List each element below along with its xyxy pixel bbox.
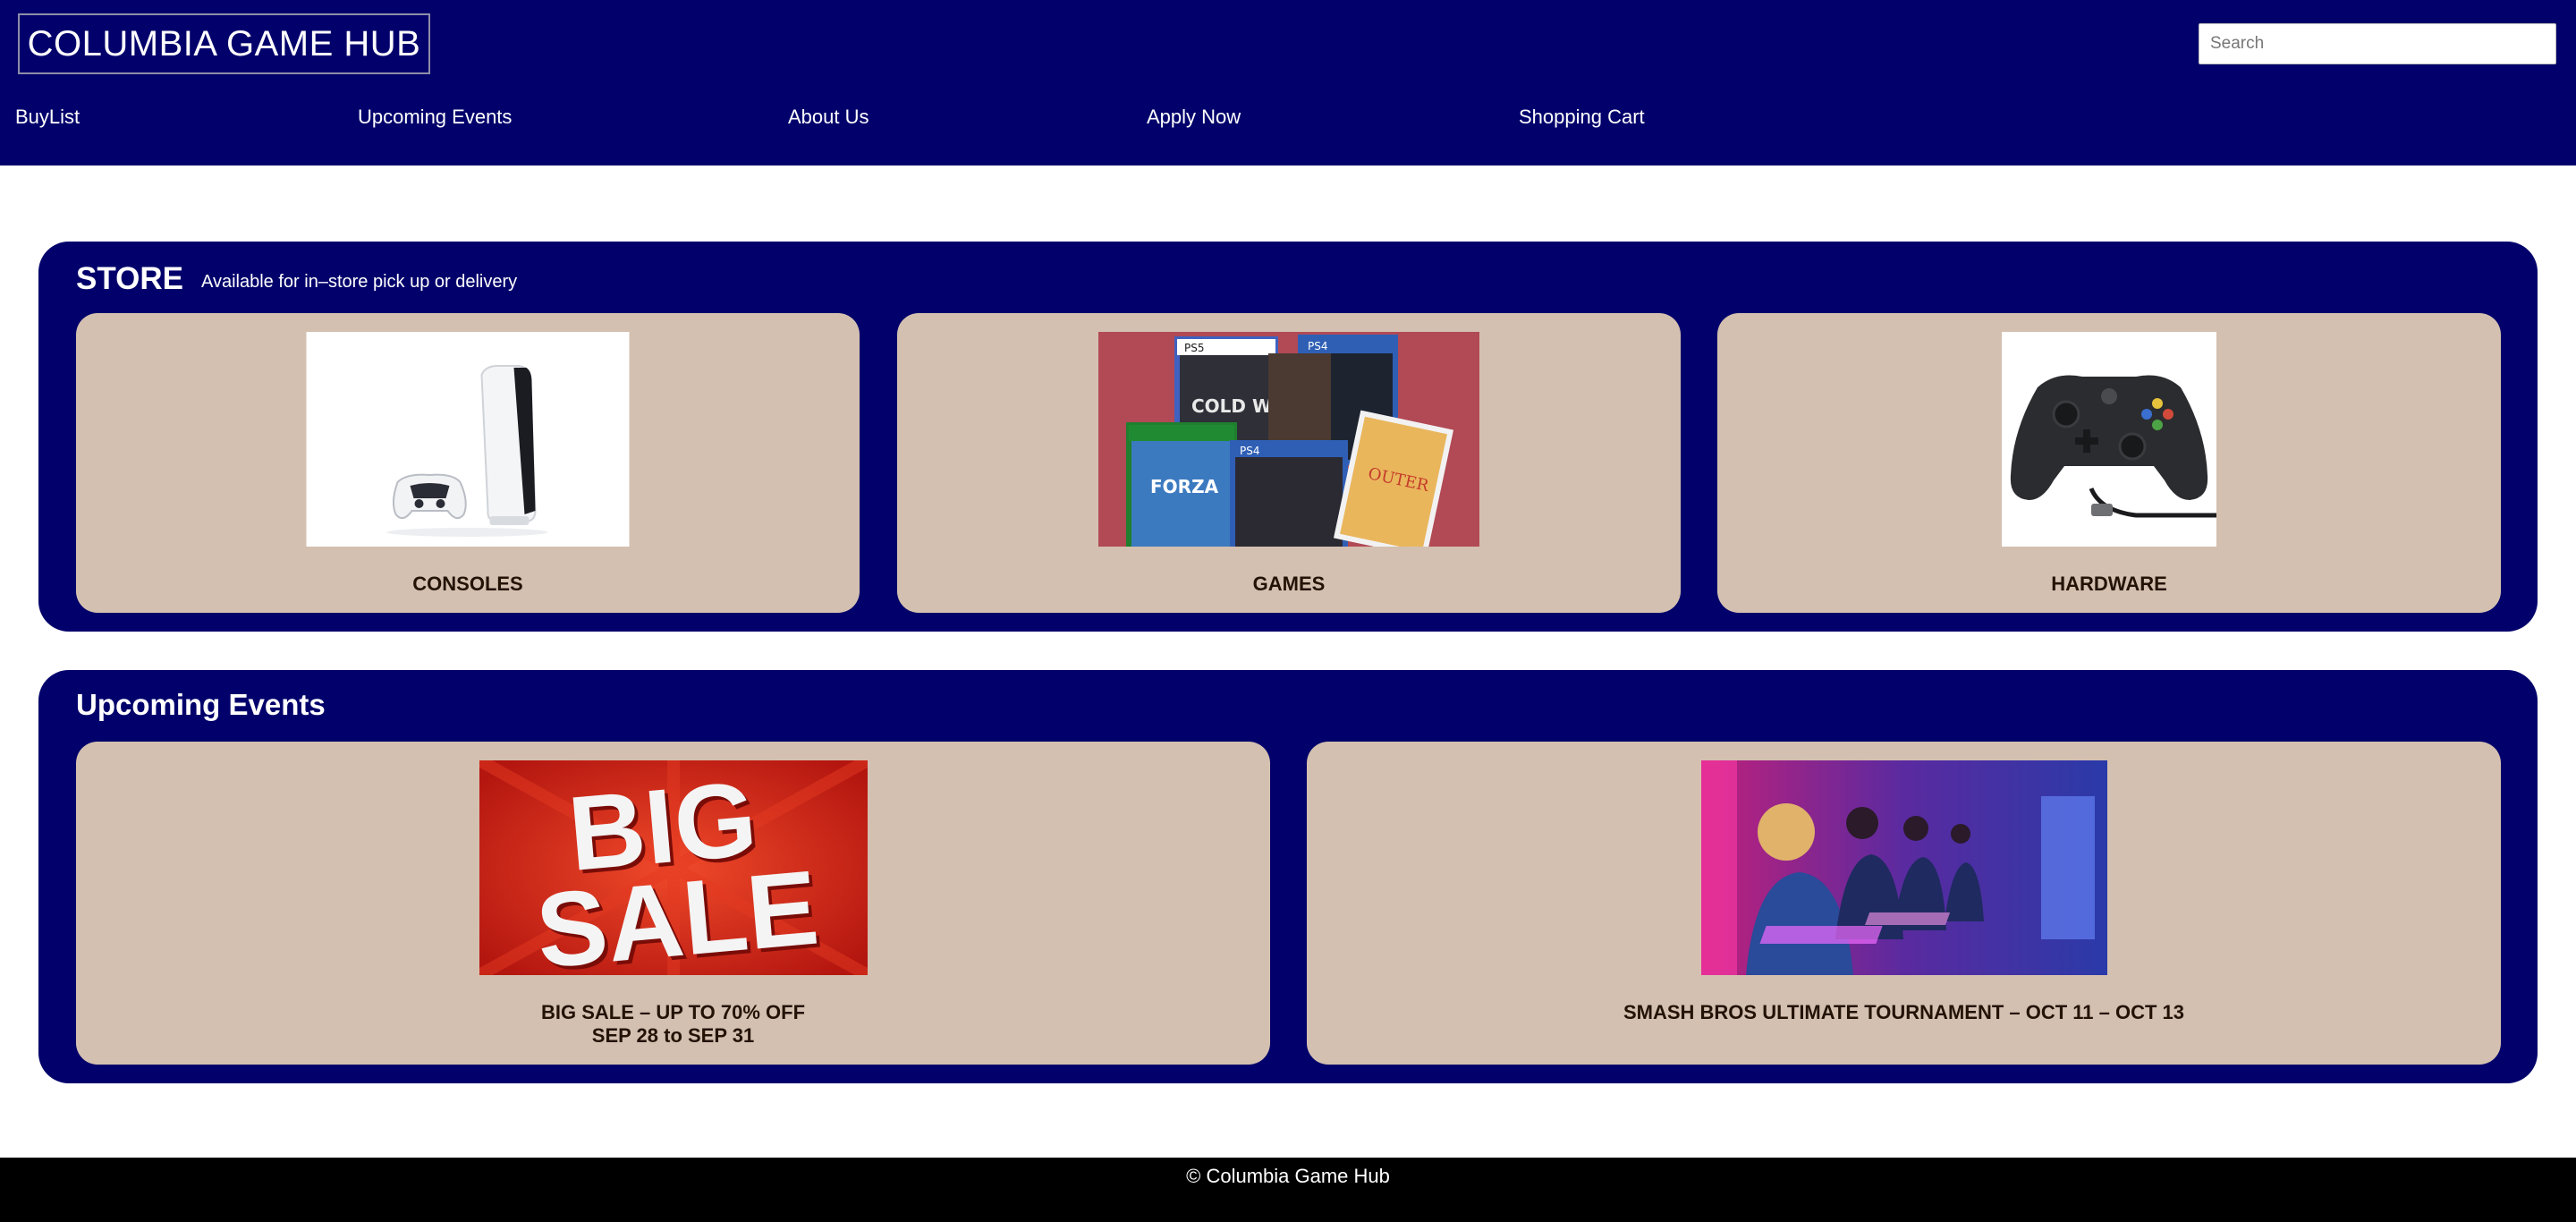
- nav-upcoming-events[interactable]: Upcoming Events: [358, 106, 512, 129]
- svg-text:PS5: PS5: [1184, 342, 1205, 354]
- events-title: Upcoming Events: [76, 688, 326, 721]
- site-footer: © Columbia Game Hub: [0, 1158, 2576, 1222]
- card-label: CONSOLES: [412, 573, 523, 595]
- event-card-big-sale[interactable]: BIG BIG SALE SALE BIG SALE – UP TO 70% O…: [76, 742, 1270, 1065]
- events-section: Upcoming Events BIG BIG SALE SALE BIG SA…: [38, 670, 2538, 1083]
- site-logo[interactable]: COLUMBIA GAME HUB: [18, 13, 430, 74]
- gaming-tournament-image: [1700, 760, 2107, 975]
- copyright-text: © Columbia Game Hub: [1186, 1165, 1390, 1187]
- card-label: SMASH BROS ULTIMATE TOURNAMENT – OCT 11 …: [1307, 1001, 2501, 1024]
- nav-buylist[interactable]: BuyList: [15, 106, 80, 129]
- store-section: STORE Available for in–store pick up or …: [38, 242, 2538, 632]
- nav-about-us[interactable]: About Us: [788, 106, 869, 129]
- svg-text:PS4: PS4: [1240, 445, 1260, 457]
- controller-image: [2002, 332, 2216, 547]
- store-subtitle: Available for in–store pick up or delive…: [201, 272, 518, 292]
- event-title: SMASH BROS ULTIMATE TOURNAMENT – OCT 11 …: [1623, 1001, 2185, 1023]
- svg-text:PS4: PS4: [1308, 340, 1328, 352]
- event-dates: SEP 28 to SEP 31: [591, 1024, 755, 1047]
- site-header: COLUMBIA GAME HUB BuyList Upcoming Event…: [0, 0, 2576, 165]
- event-card-tournament[interactable]: SMASH BROS ULTIMATE TOURNAMENT – OCT 11 …: [1307, 742, 2501, 1065]
- card-label: BIG SALE – UP TO 70% OFF SEP 28 to SEP 3…: [76, 1001, 1270, 1048]
- nav-apply-now[interactable]: Apply Now: [1147, 106, 1241, 129]
- store-card-consoles[interactable]: CONSOLES: [76, 313, 860, 613]
- event-title: BIG SALE – UP TO 70% OFF: [540, 1001, 806, 1023]
- card-label: GAMES: [1252, 573, 1326, 595]
- store-card-games[interactable]: PS5 COLD WAR PS4 FORZA PS4 OUTER GAMES: [897, 313, 1681, 613]
- big-sale-image: BIG BIG SALE SALE: [479, 760, 868, 975]
- card-label: HARDWARE: [2051, 573, 2167, 595]
- nav-shopping-cart[interactable]: Shopping Cart: [1519, 106, 1645, 129]
- store-card-hardware[interactable]: HARDWARE: [1717, 313, 2501, 613]
- svg-text:FORZA: FORZA: [1150, 476, 1219, 497]
- console-image: [306, 332, 630, 547]
- search-input[interactable]: [2199, 23, 2556, 64]
- games-image: PS5 COLD WAR PS4 FORZA PS4 OUTER: [1098, 332, 1479, 547]
- store-title: STORE: [76, 261, 183, 296]
